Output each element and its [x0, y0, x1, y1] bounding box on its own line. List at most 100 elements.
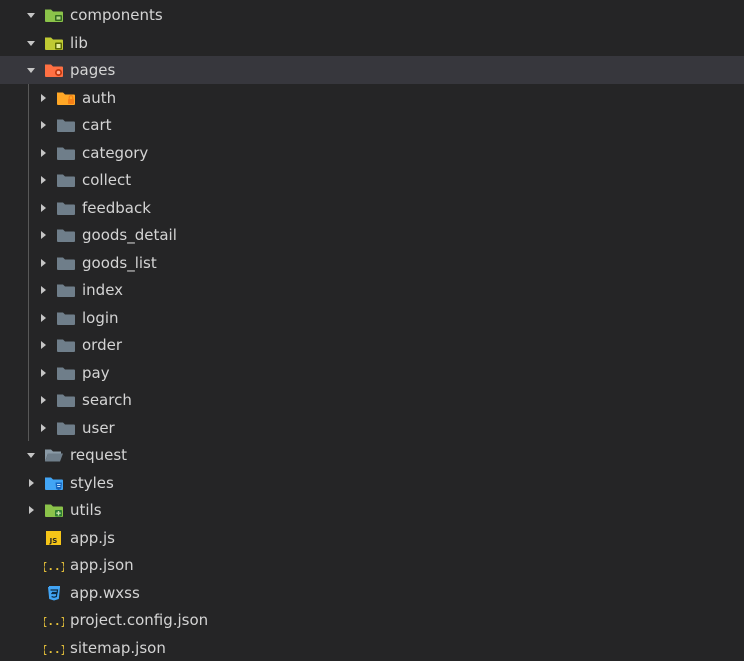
twisty-placeholder	[26, 615, 36, 625]
svg-text:JS: JS	[49, 537, 58, 545]
folder-pages-cart[interactable]: cart	[0, 111, 744, 139]
css-file-icon	[44, 585, 64, 601]
chevron-right-icon[interactable]	[38, 368, 48, 378]
twisty-placeholder	[26, 533, 36, 543]
file-explorer-tree: components lib pages auth cart category collec…	[0, 0, 744, 661]
folder-pages-auth[interactable]: auth	[0, 84, 744, 112]
folder-icon	[56, 172, 76, 188]
chevron-down-icon[interactable]	[26, 65, 36, 75]
tree-item-label: pages	[70, 61, 116, 79]
folder-pages-collect[interactable]: collect	[0, 166, 744, 194]
folder-pages-pay[interactable]: pay	[0, 359, 744, 387]
svg-text:{..}: {..}	[44, 560, 64, 573]
json-file-icon: {..}	[44, 640, 64, 656]
tree-item-label: lib	[70, 33, 88, 52]
chevron-right-icon[interactable]	[38, 148, 48, 158]
folder-utils[interactable]: utils	[0, 496, 744, 524]
tree-item-label: category	[82, 143, 149, 162]
lib-folder-icon	[44, 35, 64, 51]
tree-item-label: request	[70, 446, 128, 464]
file-project-config-json[interactable]: {..} project.config.json	[0, 606, 744, 634]
utils-folder-icon	[44, 502, 64, 518]
chevron-right-icon[interactable]	[26, 505, 36, 515]
tree-item-label: auth	[82, 88, 117, 107]
pages-folder-icon	[44, 62, 64, 78]
folder-icon	[56, 420, 76, 436]
folder-request[interactable]: request	[0, 441, 744, 469]
tree-item-label: pay	[82, 363, 110, 382]
tree-item-label: utils	[70, 501, 102, 519]
folder-pages-user[interactable]: user	[0, 414, 744, 442]
tree-item-label: sitemap.json	[70, 638, 166, 657]
tree-item-label: components	[70, 6, 163, 24]
chevron-right-icon[interactable]	[38, 258, 48, 268]
chevron-right-icon[interactable]	[38, 175, 48, 185]
folder-pages[interactable]: pages	[0, 56, 744, 84]
folder-icon	[56, 337, 76, 353]
chevron-down-icon[interactable]	[26, 10, 36, 20]
file-sitemap-json[interactable]: {..} sitemap.json	[0, 634, 744, 661]
folder-icon	[56, 255, 76, 271]
folder-pages-login[interactable]: login	[0, 304, 744, 332]
folder-pages-goods-detail[interactable]: goods_detail	[0, 221, 744, 249]
folder-pages-order[interactable]: order	[0, 331, 744, 359]
tree-item-label: cart	[82, 116, 112, 134]
chevron-right-icon[interactable]	[38, 285, 48, 295]
folder-styles[interactable]: styles	[0, 469, 744, 497]
tree-item-label: styles	[70, 473, 114, 492]
folder-pages-search[interactable]: search	[0, 386, 744, 414]
json-file-icon: {..}	[44, 612, 64, 628]
chevron-right-icon[interactable]	[38, 313, 48, 323]
styles-folder-icon	[44, 475, 64, 491]
js-file-icon: JS	[44, 530, 64, 546]
auth-folder-icon	[56, 90, 76, 106]
file-app-js[interactable]: JS app.js	[0, 524, 744, 552]
folder-lib[interactable]: lib	[0, 29, 744, 57]
tree-item-label: order	[82, 336, 122, 354]
folder-icon	[56, 310, 76, 326]
tree-item-label: app.wxss	[70, 583, 140, 602]
open-folder-icon	[44, 447, 64, 463]
chevron-right-icon[interactable]	[38, 120, 48, 130]
folder-pages-index[interactable]: index	[0, 276, 744, 304]
folder-icon	[56, 200, 76, 216]
svg-text:{..}: {..}	[44, 643, 64, 656]
chevron-right-icon[interactable]	[26, 478, 36, 488]
folder-icon	[56, 392, 76, 408]
twisty-placeholder	[26, 560, 36, 570]
tree-item-label: search	[82, 391, 132, 409]
json-file-icon: {..}	[44, 557, 64, 573]
folder-components[interactable]: components	[0, 1, 744, 29]
file-app-json[interactable]: {..} app.json	[0, 551, 744, 579]
folder-icon	[56, 365, 76, 381]
tree-item-label: login	[82, 308, 119, 327]
chevron-right-icon[interactable]	[38, 395, 48, 405]
tree-item-label: user	[82, 418, 115, 437]
chevron-right-icon[interactable]	[38, 203, 48, 213]
folder-icon	[56, 145, 76, 161]
folder-icon	[56, 117, 76, 133]
components-folder-icon	[44, 7, 64, 23]
tree-item-label: feedback	[82, 198, 151, 217]
chevron-right-icon[interactable]	[38, 93, 48, 103]
folder-pages-feedback[interactable]: feedback	[0, 194, 744, 222]
chevron-down-icon[interactable]	[26, 450, 36, 460]
svg-text:{..}: {..}	[44, 615, 64, 628]
folder-icon	[56, 282, 76, 298]
chevron-right-icon[interactable]	[38, 230, 48, 240]
tree-item-label: project.config.json	[70, 611, 209, 629]
tree-item-label: index	[82, 281, 124, 299]
file-app-wxss[interactable]: app.wxss	[0, 579, 744, 607]
folder-pages-category[interactable]: category	[0, 139, 744, 167]
chevron-right-icon[interactable]	[38, 423, 48, 433]
twisty-placeholder	[26, 643, 36, 653]
chevron-down-icon[interactable]	[26, 38, 36, 48]
tree-item-label: goods_detail	[82, 226, 177, 244]
tree-item-label: app.js	[70, 528, 115, 547]
chevron-right-icon[interactable]	[38, 340, 48, 350]
twisty-placeholder	[26, 588, 36, 598]
tree-item-label: collect	[82, 171, 132, 189]
folder-pages-goods-list[interactable]: goods_list	[0, 249, 744, 277]
tree-item-label: goods_list	[82, 253, 157, 272]
folder-icon	[56, 227, 76, 243]
